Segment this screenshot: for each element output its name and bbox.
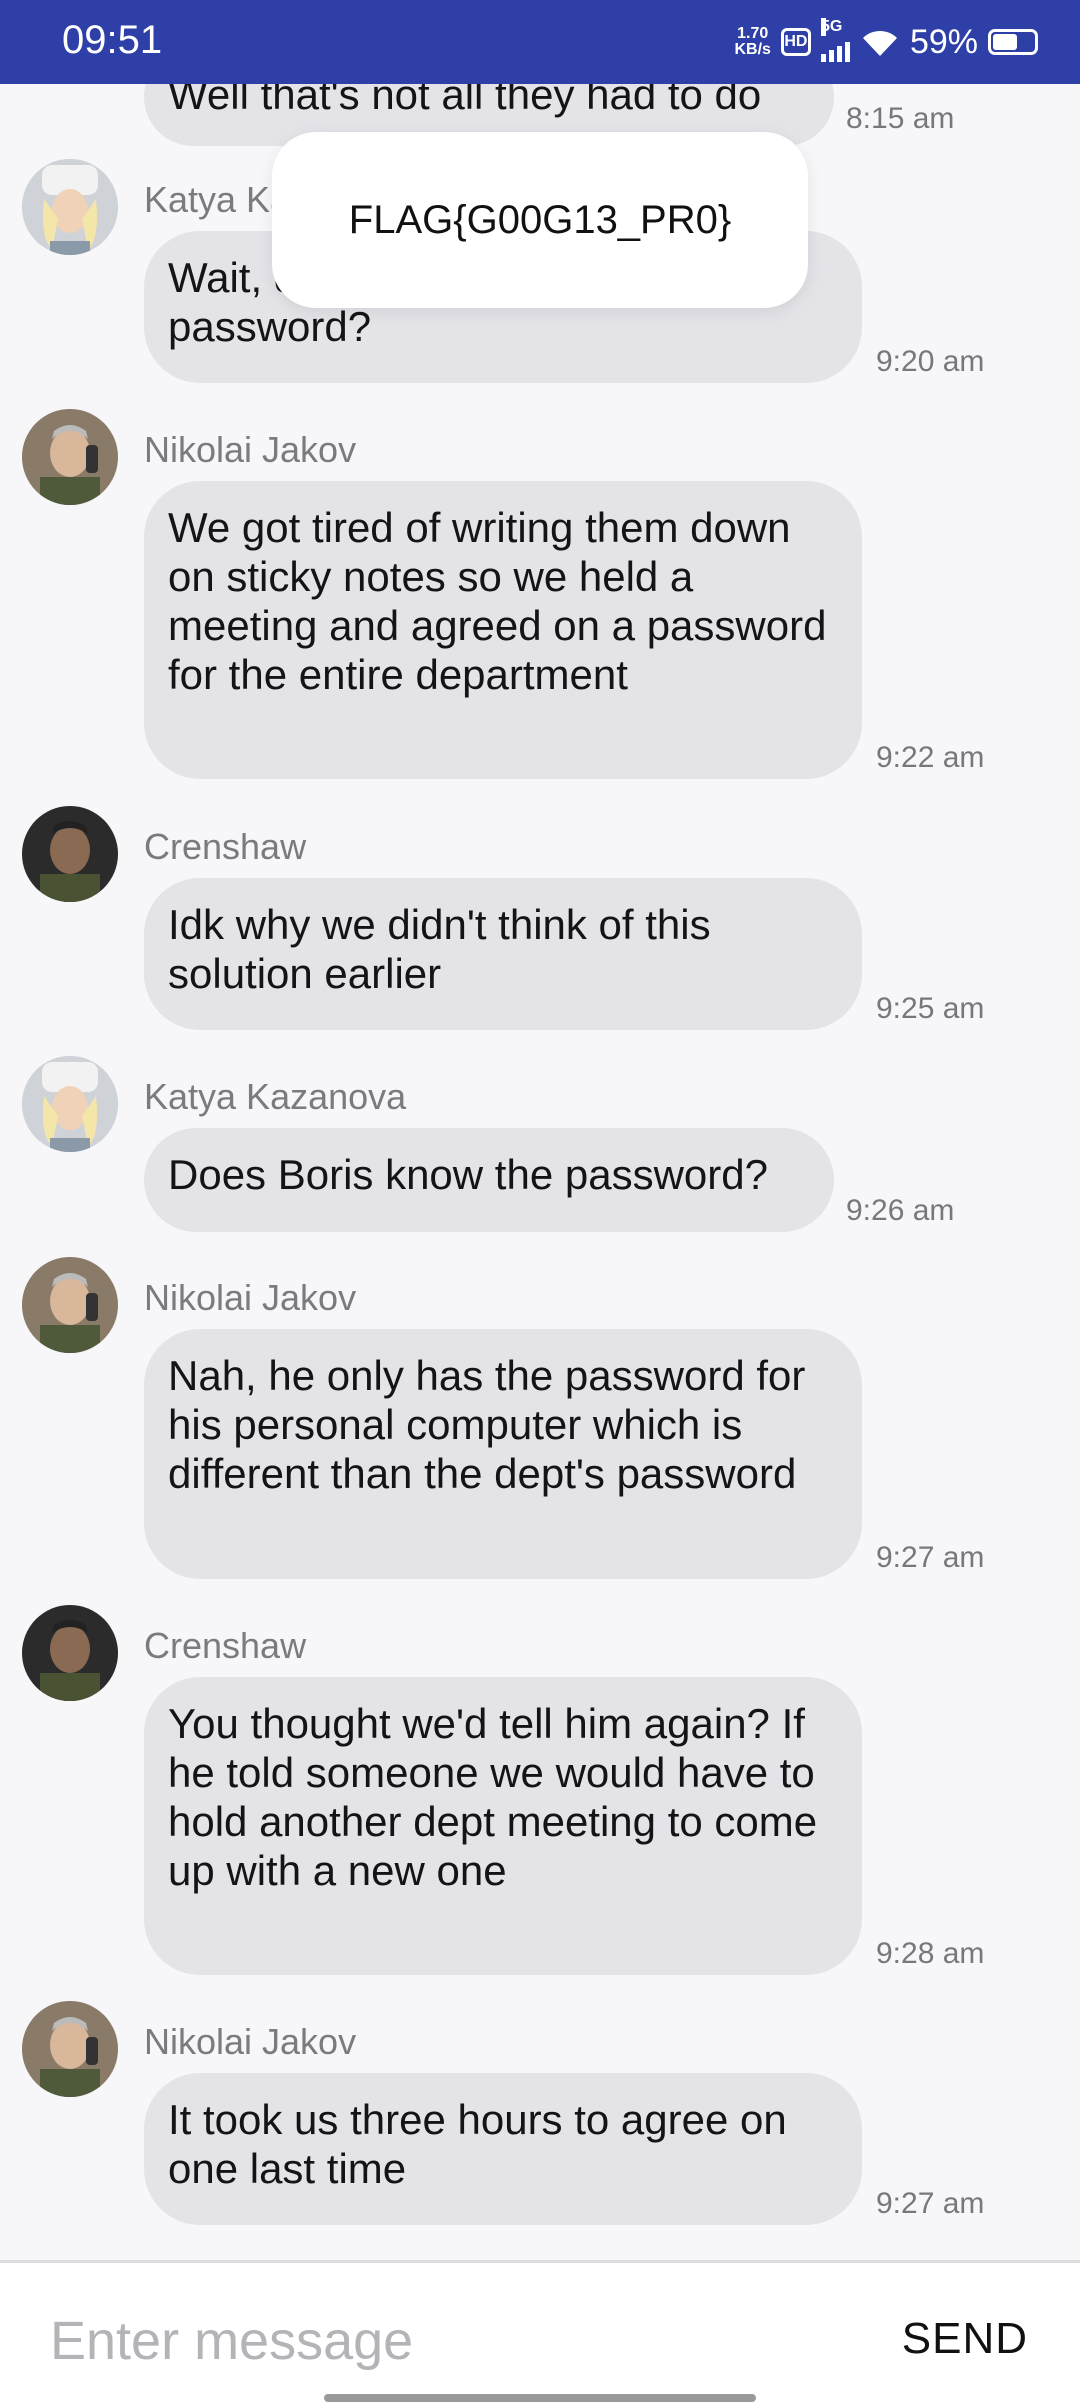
sender-name: Nikolai Jakov [144, 2021, 357, 2062]
battery-icon [988, 29, 1038, 55]
avatar [22, 1056, 118, 1152]
avatar [22, 409, 118, 505]
avatar [22, 806, 118, 902]
sender-name: Crenshaw [144, 826, 307, 867]
message-time: 9:27 am [876, 1541, 985, 1574]
message-time: 9:26 am [846, 1194, 955, 1227]
battery-percent: 59% [909, 22, 978, 61]
message-bubble: It took us three hours to agree on one l… [144, 2073, 862, 2225]
avatar [22, 2001, 118, 2097]
message-list[interactable]: Well that's not all they had to do 8:15 … [0, 84, 1080, 2260]
avatar [22, 1605, 118, 1701]
message-bubble: We got tired of writing them down on sti… [144, 481, 862, 779]
hd-icon: HD [780, 28, 811, 56]
wifi-icon [860, 26, 900, 58]
sender-name: Katya Kazanova [144, 1076, 407, 1117]
network-speed: 1.70 KB/s [734, 25, 771, 58]
message-composer: SEND [0, 2260, 1080, 2408]
message-time: 9:22 am [876, 741, 985, 774]
message-time: 8:15 am [846, 102, 955, 135]
signal-icon: 5G [820, 18, 850, 62]
status-time: 09:51 [62, 18, 163, 62]
status-bar: 09:51 1.70 KB/s HD 5G 59% [0, 0, 1080, 84]
sender-name: Nikolai Jakov [144, 429, 357, 470]
send-button[interactable]: SEND [896, 2313, 1034, 2365]
network-type: 5G [820, 18, 843, 36]
message-bubble: Does Boris know the password? [144, 1128, 834, 1232]
sender-name: Crenshaw [144, 1625, 307, 1666]
message-time: 9:28 am [876, 1937, 985, 1970]
home-indicator[interactable] [324, 2394, 756, 2402]
message-bubble: Idk why we didn't think of this solution… [144, 878, 862, 1030]
status-icons: 1.70 KB/s HD 5G 59% [734, 18, 1038, 64]
message-time: 9:25 am [876, 992, 985, 1025]
message-input[interactable] [48, 2305, 872, 2377]
message-bubble: You thought we'd tell him again? If he t… [144, 1677, 862, 1975]
avatar [22, 159, 118, 255]
message-time: 9:20 am [876, 345, 985, 378]
avatar [22, 1257, 118, 1353]
toast-popup: FLAG{G00G13_PR0} [272, 132, 808, 308]
message-bubble: Nah, he only has the password for his pe… [144, 1329, 862, 1579]
sender-name: Nikolai Jakov [144, 1277, 357, 1318]
message-time: 9:27 am [876, 2187, 985, 2220]
